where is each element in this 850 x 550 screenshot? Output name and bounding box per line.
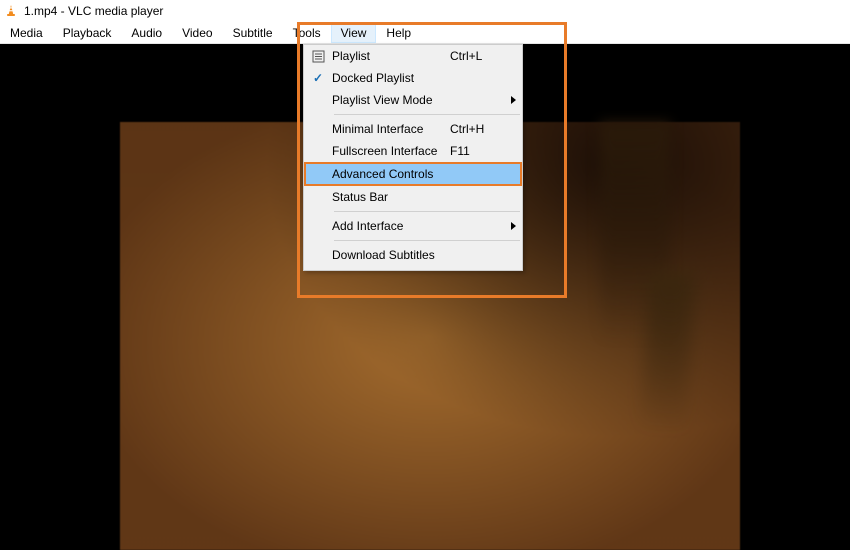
view-dropdown: Playlist Ctrl+L ✓ Docked Playlist Playli… <box>303 44 523 271</box>
vlc-cone-icon <box>4 4 18 18</box>
menuitem-playlist-view-mode[interactable]: Playlist View Mode <box>304 89 522 111</box>
menuitem-label: Advanced Controls <box>332 167 448 181</box>
menuitem-add-interface[interactable]: Add Interface <box>304 215 522 237</box>
menuitem-label: Download Subtitles <box>332 248 450 262</box>
menu-separator <box>334 211 520 212</box>
menuitem-shortcut: Ctrl+L <box>450 49 504 63</box>
menuitem-label: Playlist <box>332 49 450 63</box>
menuitem-advanced-controls[interactable]: Advanced Controls <box>304 162 522 186</box>
checkmark-icon: ✓ <box>304 71 332 85</box>
menuitem-status-bar[interactable]: Status Bar <box>304 186 522 208</box>
submenu-arrow-icon <box>504 222 522 230</box>
menuitem-playlist[interactable]: Playlist Ctrl+L <box>304 45 522 67</box>
menu-separator <box>334 114 520 115</box>
menu-help[interactable]: Help <box>376 22 421 43</box>
menuitem-label: Playlist View Mode <box>332 93 450 107</box>
menu-view[interactable]: View <box>331 22 377 43</box>
menuitem-label: Docked Playlist <box>332 71 450 85</box>
window-title: 1.mp4 - VLC media player <box>24 4 163 18</box>
playlist-icon <box>304 50 332 63</box>
menu-media[interactable]: Media <box>0 22 53 43</box>
menu-playback[interactable]: Playback <box>53 22 122 43</box>
menu-video[interactable]: Video <box>172 22 222 43</box>
menuitem-minimal-interface[interactable]: Minimal Interface Ctrl+H <box>304 118 522 140</box>
menuitem-label: Status Bar <box>332 190 450 204</box>
menuitem-shortcut: Ctrl+H <box>450 122 504 136</box>
menubar: Media Playback Audio Video Subtitle Tool… <box>0 22 850 44</box>
titlebar: 1.mp4 - VLC media player <box>0 0 850 22</box>
submenu-arrow-icon <box>504 96 522 104</box>
menuitem-shortcut: F11 <box>450 144 504 158</box>
menuitem-label: Fullscreen Interface <box>332 144 450 158</box>
menu-audio[interactable]: Audio <box>121 22 172 43</box>
menuitem-download-subtitles[interactable]: Download Subtitles <box>304 244 522 266</box>
menuitem-docked-playlist[interactable]: ✓ Docked Playlist <box>304 67 522 89</box>
menuitem-fullscreen-interface[interactable]: Fullscreen Interface F11 <box>304 140 522 162</box>
menu-tools[interactable]: Tools <box>283 22 331 43</box>
menuitem-label: Add Interface <box>332 219 450 233</box>
menu-separator <box>334 240 520 241</box>
menuitem-label: Minimal Interface <box>332 122 450 136</box>
menu-subtitle[interactable]: Subtitle <box>223 22 283 43</box>
